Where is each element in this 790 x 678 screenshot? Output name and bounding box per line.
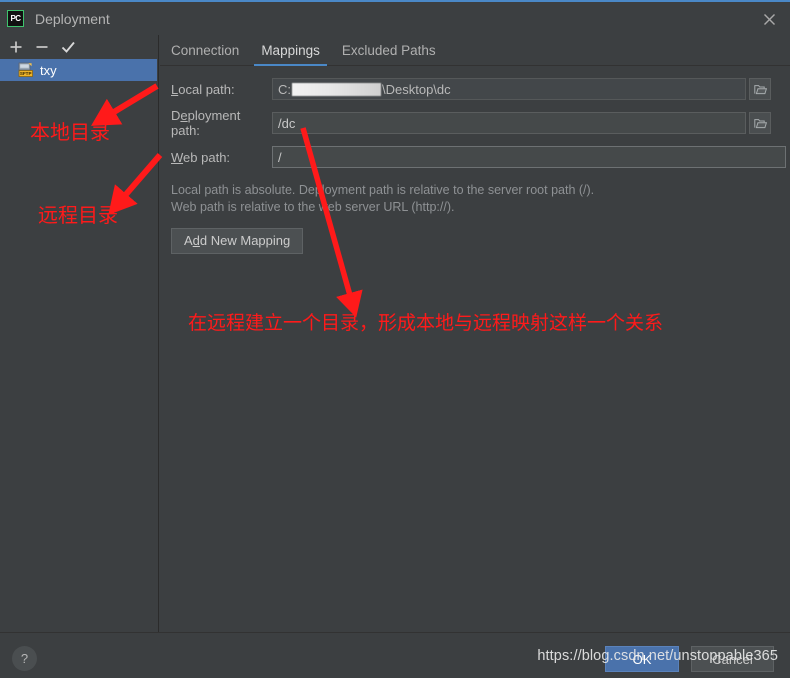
- tab-mappings[interactable]: Mappings: [250, 43, 331, 66]
- local-path-input[interactable]: C: \Desktop\dc: [272, 78, 746, 100]
- close-icon[interactable]: [754, 6, 784, 32]
- list-item[interactable]: SFTP txy: [0, 59, 157, 81]
- web-path-input[interactable]: /: [272, 146, 786, 168]
- svg-text:SFTP: SFTP: [20, 71, 32, 76]
- ok-button[interactable]: OK: [605, 646, 679, 672]
- mappings-form: Local path: C: \Desktop\dc Deployment pat…: [160, 66, 790, 254]
- window-title: Deployment: [35, 10, 110, 27]
- web-path-row: Web path: /: [160, 146, 790, 168]
- add-new-mapping-button[interactable]: Add New Mapping: [171, 228, 304, 254]
- main-panel: Connection Mappings Excluded Paths Local…: [160, 35, 790, 632]
- deployment-path-label: Deployment path:: [171, 108, 241, 138]
- server-list: SFTP txy: [0, 59, 157, 632]
- add-mapping-wrapper: Add New Mapping: [160, 228, 790, 254]
- deployment-path-input[interactable]: /dc: [272, 112, 746, 134]
- title-bar: PC Deployment: [0, 2, 790, 35]
- deployment-dialog: PC Deployment SFTP txy Connection Mappin…: [0, 0, 790, 678]
- set-default-button[interactable]: [56, 36, 80, 58]
- tab-bar: Connection Mappings Excluded Paths: [160, 35, 790, 66]
- local-path-label: Local path:: [171, 81, 235, 97]
- pycharm-logo-icon: PC: [7, 10, 24, 27]
- tab-excluded-paths[interactable]: Excluded Paths: [331, 43, 447, 65]
- help-button[interactable]: ?: [12, 646, 37, 671]
- deployment-path-browse-button[interactable]: [749, 112, 771, 134]
- deployment-path-value: /dc: [278, 115, 296, 131]
- local-path-row: Local path: C: \Desktop\dc: [160, 78, 790, 100]
- deployment-path-row: Deployment path: /dc: [160, 108, 790, 138]
- form-hint: Local path is absolute. Deployment path …: [160, 182, 790, 216]
- add-button[interactable]: [4, 36, 28, 58]
- hint-line-2: Web path is relative to the web server U…: [171, 200, 455, 214]
- pycharm-logo-text: PC: [10, 14, 21, 23]
- tab-connection[interactable]: Connection: [160, 43, 250, 65]
- web-path-value: /: [278, 149, 282, 165]
- web-path-label: Web path:: [171, 149, 231, 165]
- list-item-label: txy: [40, 62, 57, 78]
- sidebar-toolbar: [0, 35, 158, 59]
- sftp-server-icon: SFTP: [18, 62, 34, 78]
- redaction-block: [292, 82, 381, 96]
- local-path-browse-button[interactable]: [749, 78, 771, 100]
- dialog-footer: ? OK Cancel: [0, 632, 790, 678]
- cancel-button[interactable]: Cancel: [691, 646, 774, 672]
- hint-line-1: Local path is absolute. Deployment path …: [171, 183, 595, 197]
- local-path-value-prefix: C:: [278, 81, 291, 97]
- local-path-value-suffix: \Desktop\dc: [382, 81, 451, 97]
- remove-button[interactable]: [30, 36, 54, 58]
- server-list-sidebar: SFTP txy: [0, 35, 159, 632]
